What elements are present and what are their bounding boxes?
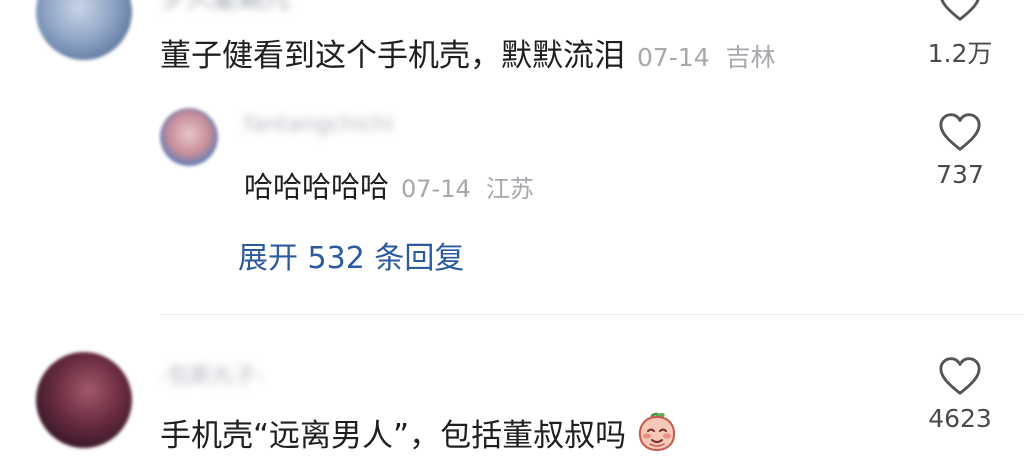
username[interactable]: 夕人星期九 (160, 0, 290, 15)
avatar[interactable] (36, 352, 132, 448)
comment-body: 手机壳“远离男人”，包括董叔叔吗 (160, 410, 678, 455)
comment-text: 哈哈哈哈哈 (244, 170, 390, 204)
comment-thread: 夕人星期九 董子健看到这个手机壳，默默流泪 07-14 吉林 1.2万 fanta… (0, 0, 1024, 473)
comment-text: 董子健看到这个手机壳，默默流泪 (160, 38, 625, 74)
comment-date: 07-14 (401, 175, 471, 203)
like-count: 4623 (928, 404, 992, 433)
expand-replies-link[interactable]: 展开 532 条回复 (238, 233, 464, 277)
heart-outline-icon[interactable] (938, 0, 982, 22)
avatar[interactable] (36, 0, 132, 60)
comment-text: 手机壳“远离男人”，包括董叔叔吗 (160, 418, 627, 454)
heart-outline-icon[interactable] (938, 112, 982, 152)
heart-outline-icon[interactable] (938, 356, 982, 396)
comment-date: 07-14 (637, 43, 710, 72)
like-button[interactable]: 1.2万 (905, 0, 1015, 70)
username[interactable]: -包斯丸子- (160, 358, 264, 390)
comment-body: 董子健看到这个手机壳，默默流泪 07-14 吉林 (160, 30, 776, 75)
divider (160, 314, 1024, 315)
like-button[interactable]: 4623 (905, 356, 1015, 433)
like-button[interactable]: 737 (905, 112, 1015, 189)
blushing-peach-emoji-icon (639, 412, 676, 452)
reply-body: 哈哈哈哈哈 07-14 江苏 (244, 164, 534, 206)
username[interactable]: fantangchichi (244, 112, 394, 137)
like-count: 1.2万 (927, 39, 993, 68)
like-count: 737 (936, 160, 984, 189)
avatar[interactable] (160, 108, 218, 166)
comment-location: 江苏 (485, 175, 534, 203)
comment-location: 吉林 (725, 43, 776, 72)
